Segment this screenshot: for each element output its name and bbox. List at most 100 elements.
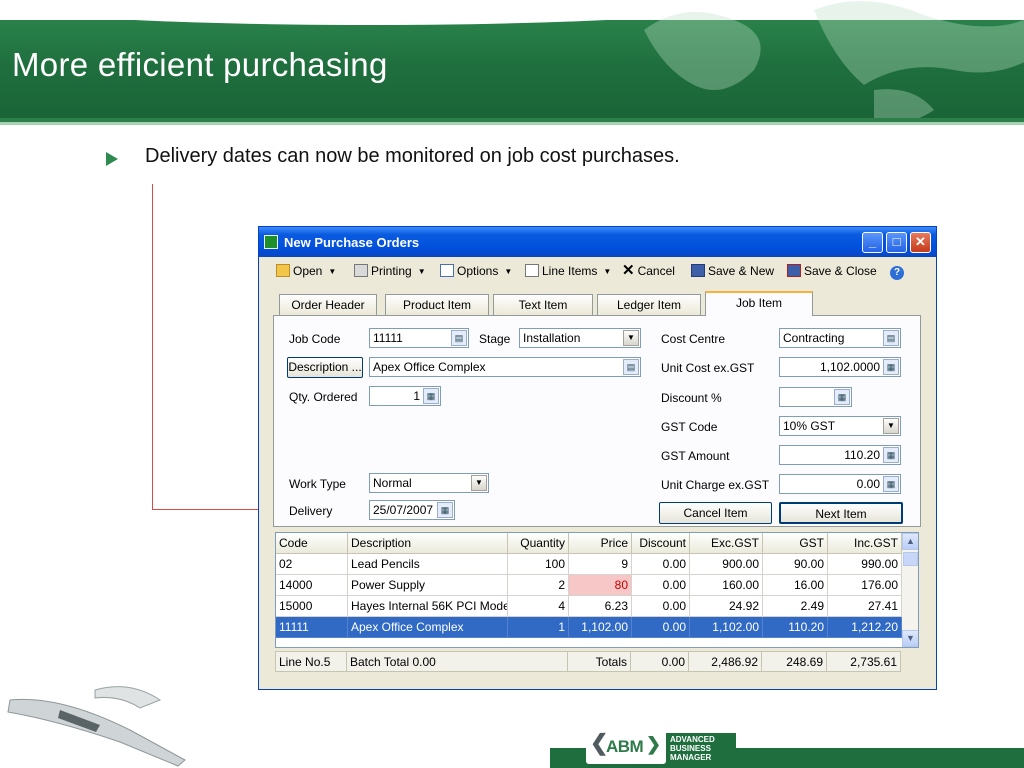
cell-quantity: 1 [508,617,569,638]
tab-ledger-item[interactable]: Ledger Item [597,294,701,315]
tab-text-item[interactable]: Text Item [493,294,593,315]
window-title: New Purchase Orders [284,235,420,250]
line-number: Line No.5 [275,651,347,672]
cell-gst: 90.00 [763,554,828,575]
save-new-label: Save & New [708,264,775,278]
col-quantity-header[interactable]: Quantity [508,533,569,554]
gst-amount-value: 110.20 [844,448,880,462]
help-button[interactable]: ? [890,262,904,280]
window-titlebar[interactable]: New Purchase Orders _ □ ✕ [259,227,936,257]
tab-job-item[interactable]: Job Item [705,291,813,316]
tagline-line-3: MANAGER [670,753,712,762]
stage-select[interactable]: Installation ▼ [519,328,641,348]
cell-excgst: 900.00 [690,554,763,575]
scroll-up-icon[interactable]: ▲ [902,533,918,550]
printing-dropdown-icon[interactable]: ▼ [418,263,426,281]
gst-amount-label: GST Amount [661,449,730,463]
next-item-button[interactable]: Next Item [779,502,903,524]
col-incgst-header[interactable]: Inc.GST [828,533,902,554]
work-type-dropdown-icon[interactable]: ▼ [471,475,487,491]
discount-field[interactable]: ▦ [779,387,852,407]
toolbar: Open ▼ Printing ▼ Options ▼ Line Items ▼ ✕ Ca… [263,260,931,282]
qty-ordered-field[interactable]: 1 ▦ [369,386,441,406]
open-dropdown-icon[interactable]: ▼ [328,263,336,281]
minimize-button[interactable]: _ [862,232,883,253]
unit-charge-field[interactable]: 0.00 ▦ [779,474,901,494]
col-price-header[interactable]: Price [569,533,632,554]
options-label: Options [457,264,499,278]
job-code-field[interactable]: 11111 ▤ [369,328,469,348]
delivery-date-field[interactable]: 25/07/2007 ▦ [369,500,455,520]
delivery-date-value: 25/07/2007 [373,503,434,517]
tab-order-header[interactable]: Order Header [279,294,377,315]
cell-gst: 16.00 [763,575,828,596]
gst-amount-field[interactable]: 110.20 ▦ [779,445,901,465]
table-row-selected[interactable]: 11111 Apex Office Complex 1 1,102.00 0.0… [276,617,902,638]
cell-quantity: 4 [508,596,569,617]
grid-scrollbar[interactable]: ▲ ▼ [902,533,918,647]
unit-charge-calculator-icon[interactable]: ▦ [883,476,899,492]
cell-description: Apex Office Complex [348,617,508,638]
cost-centre-lookup-icon[interactable]: ▤ [883,330,899,346]
table-row[interactable]: 02 Lead Pencils 100 9 0.00 900.00 90.00 … [276,554,902,575]
unit-cost-calculator-icon[interactable]: ▦ [883,359,899,375]
line-items-dropdown-icon[interactable]: ▼ [603,263,611,281]
save-new-button[interactable]: Save & New [691,262,774,280]
cell-quantity: 2 [508,575,569,596]
totals-bar: Line No.5 Batch Total 0.00 Totals 0.00 2… [275,651,901,673]
cancel-item-button[interactable]: Cancel Item [659,502,772,524]
unit-cost-field[interactable]: 1,102.0000 ▦ [779,357,901,377]
cell-code: 02 [276,554,348,575]
col-code-header[interactable]: Code [276,533,348,554]
qty-ordered-label: Qty. Ordered [289,390,358,404]
line-items-button[interactable]: Line Items ▼ [525,262,611,280]
cell-description: Hayes Internal 56K PCI Modem [348,596,508,617]
totals-label: Totals [568,651,631,672]
tab-product-item[interactable]: Product Item [385,294,489,315]
discount-calculator-icon[interactable]: ▦ [834,389,850,405]
col-description-header[interactable]: Description [348,533,508,554]
printer-icon [354,264,368,277]
edit-icon [525,264,539,277]
description-lookup-icon[interactable]: ▤ [623,359,639,375]
gst-code-select[interactable]: 10% GST ▼ [779,416,901,436]
qty-calculator-icon[interactable]: ▦ [423,388,439,404]
close-button[interactable]: ✕ [910,232,931,253]
save-close-button[interactable]: Save & Close [787,262,877,280]
cost-centre-field[interactable]: Contracting ▤ [779,328,901,348]
maximize-button[interactable]: □ [886,232,907,253]
scroll-down-icon[interactable]: ▼ [902,630,918,647]
printing-button[interactable]: Printing ▼ [354,262,426,280]
cell-incgst: 176.00 [828,575,902,596]
col-discount-header[interactable]: Discount [632,533,690,554]
work-type-select[interactable]: Normal ▼ [369,473,489,493]
bullet-arrow-icon [106,152,118,166]
table-row[interactable]: 14000 Power Supply 2 80 0.00 160.00 16.0… [276,575,902,596]
stage-dropdown-icon[interactable]: ▼ [623,330,639,346]
job-code-lookup-icon[interactable]: ▤ [451,330,467,346]
col-gst-header[interactable]: GST [763,533,828,554]
open-label: Open [293,264,323,278]
gst-amount-calculator-icon[interactable]: ▦ [883,447,899,463]
cell-discount: 0.00 [632,554,690,575]
open-button[interactable]: Open ▼ [276,262,336,280]
slide-header: More efficient purchasing [0,0,1024,120]
description-button[interactable]: Description ... [287,357,363,378]
calendar-icon[interactable]: ▦ [437,502,453,518]
gst-code-dropdown-icon[interactable]: ▼ [883,418,899,434]
cell-discount: 0.00 [632,575,690,596]
header-rule-light [0,122,1024,125]
cancel-button[interactable]: ✕ Cancel [622,262,675,280]
options-dropdown-icon[interactable]: ▼ [504,263,512,281]
logo-tagline-box: ADVANCED BUSINESS MANAGER [666,733,736,765]
cell-incgst: 27.41 [828,596,902,617]
printing-label: Printing [371,264,412,278]
line-items-label: Line Items [542,264,598,278]
scroll-thumb[interactable] [903,552,918,566]
col-excgst-header[interactable]: Exc.GST [690,533,763,554]
table-row[interactable]: 15000 Hayes Internal 56K PCI Modem 4 6.2… [276,596,902,617]
options-button[interactable]: Options ▼ [440,262,512,280]
description-field[interactable]: Apex Office Complex ▤ [369,357,641,377]
cell-excgst: 24.92 [690,596,763,617]
cell-price: 9 [569,554,632,575]
